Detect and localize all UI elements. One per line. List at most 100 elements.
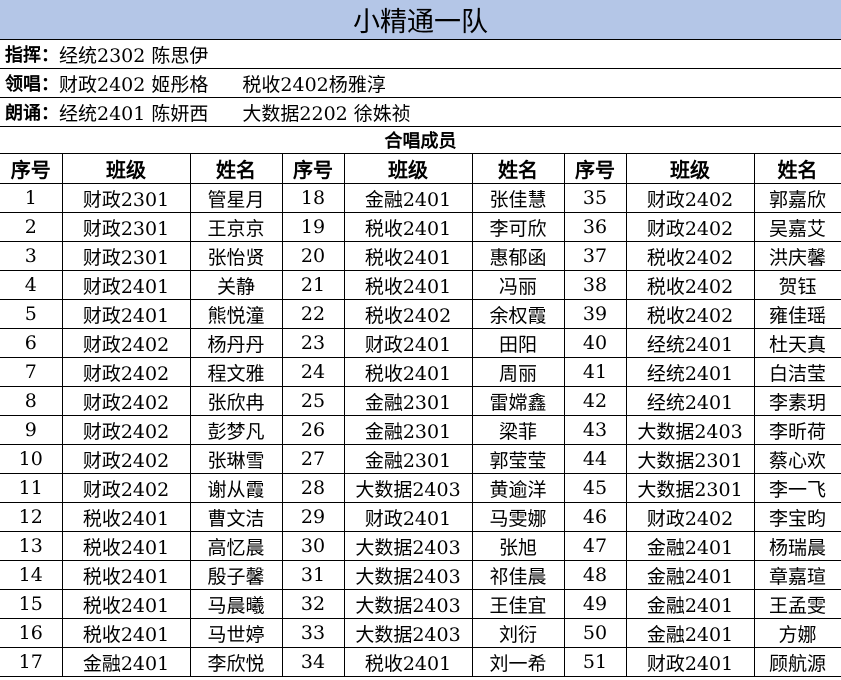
table-cell[interactable]: 39 [563,299,627,329]
table-cell[interactable]: 财政2402 [61,328,191,358]
table-cell[interactable]: 金融2301 [343,415,473,445]
table-cell[interactable]: 40 [563,328,627,358]
table-cell[interactable]: 大数据2301 [625,444,755,474]
table-cell[interactable]: 大数据2403 [343,589,473,619]
table-cell[interactable]: 金融2301 [343,386,473,416]
table-cell[interactable]: 36 [563,212,627,242]
table-cell[interactable]: 刘衍 [471,618,565,648]
table-cell[interactable]: 财政2402 [61,386,191,416]
table-cell[interactable]: 财政2401 [625,647,755,677]
table-cell[interactable]: 蔡心欢 [753,444,841,474]
table-cell[interactable]: 48 [563,560,627,590]
table-cell[interactable]: 杨瑞晨 [753,531,841,561]
table-cell[interactable]: 9 [0,415,63,445]
table-cell[interactable]: 财政2402 [625,183,755,213]
table-cell[interactable]: 税收2401 [343,647,473,677]
table-cell[interactable]: 50 [563,618,627,648]
header-cell[interactable]: 序号 [0,154,63,184]
table-cell[interactable]: 王孟雯 [753,589,841,619]
table-cell[interactable]: 王京京 [189,212,283,242]
table-cell[interactable]: 财政2402 [61,473,191,503]
table-cell[interactable]: 41 [563,357,627,387]
table-cell[interactable]: 税收2402 [625,299,755,329]
table-cell[interactable]: 马雯娜 [471,502,565,532]
table-cell[interactable]: 2 [0,212,63,242]
table-cell[interactable]: 李一飞 [753,473,841,503]
table-cell[interactable]: 殷子馨 [189,560,283,590]
table-cell[interactable]: 金融2401 [61,647,191,677]
table-cell[interactable]: 大数据2403 [343,560,473,590]
table-cell[interactable]: 19 [281,212,345,242]
header-cell[interactable]: 班级 [61,154,191,184]
table-cell[interactable]: 金融2401 [625,618,755,648]
table-cell[interactable]: 51 [563,647,627,677]
table-cell[interactable]: 梁菲 [471,415,565,445]
table-cell[interactable]: 余权霞 [471,299,565,329]
table-cell[interactable]: 财政2402 [61,415,191,445]
table-cell[interactable]: 27 [281,444,345,474]
table-cell[interactable]: 税收2401 [61,560,191,590]
table-cell[interactable]: 财政2402 [625,212,755,242]
table-cell[interactable]: 13 [0,531,63,561]
table-cell[interactable]: 23 [281,328,345,358]
table-cell[interactable]: 10 [0,444,63,474]
table-cell[interactable]: 财政2401 [61,270,191,300]
table-cell[interactable]: 大数据2403 [343,531,473,561]
table-cell[interactable]: 张怡贤 [189,241,283,271]
table-cell[interactable]: 经统2401 [625,328,755,358]
table-cell[interactable]: 6 [0,328,63,358]
table-cell[interactable]: 46 [563,502,627,532]
table-cell[interactable]: 王佳宜 [471,589,565,619]
table-cell[interactable]: 金融2401 [343,183,473,213]
table-cell[interactable]: 32 [281,589,345,619]
table-cell[interactable]: 大数据2403 [625,415,755,445]
table-cell[interactable]: 8 [0,386,63,416]
table-cell[interactable]: 35 [563,183,627,213]
table-cell[interactable]: 田阳 [471,328,565,358]
table-cell[interactable]: 大数据2403 [343,618,473,648]
table-cell[interactable]: 税收2401 [343,270,473,300]
table-cell[interactable]: 郭嘉欣 [753,183,841,213]
table-cell[interactable]: 20 [281,241,345,271]
table-cell[interactable]: 税收2401 [61,589,191,619]
table-cell[interactable]: 张旭 [471,531,565,561]
sheet-title[interactable]: 小精通一队 [0,0,841,40]
table-cell[interactable]: 冯丽 [471,270,565,300]
table-cell[interactable]: 税收2402 [343,299,473,329]
table-cell[interactable]: 金融2401 [625,560,755,590]
table-cell[interactable]: 29 [281,502,345,532]
table-cell[interactable]: 30 [281,531,345,561]
table-cell[interactable]: 程文雅 [189,357,283,387]
table-cell[interactable]: 大数据2301 [625,473,755,503]
table-cell[interactable]: 12 [0,502,63,532]
table-cell[interactable]: 吴嘉艾 [753,212,841,242]
table-cell[interactable]: 经统2401 [625,357,755,387]
header-cell[interactable]: 班级 [343,154,473,184]
table-cell[interactable]: 31 [281,560,345,590]
header-cell[interactable]: 姓名 [189,154,283,184]
table-cell[interactable]: 45 [563,473,627,503]
table-cell[interactable]: 财政2402 [61,444,191,474]
table-cell[interactable]: 曹文洁 [189,502,283,532]
table-cell[interactable]: 马晨曦 [189,589,283,619]
table-cell[interactable]: 49 [563,589,627,619]
table-cell[interactable]: 财政2401 [61,299,191,329]
table-cell[interactable]: 37 [563,241,627,271]
table-cell[interactable]: 高忆晨 [189,531,283,561]
table-cell[interactable]: 张琳雪 [189,444,283,474]
table-cell[interactable]: 顾航源 [753,647,841,677]
table-cell[interactable]: 李可欣 [471,212,565,242]
table-cell[interactable]: 税收2402 [625,270,755,300]
table-cell[interactable]: 财政2401 [343,502,473,532]
table-cell[interactable]: 4 [0,270,63,300]
table-cell[interactable]: 金融2401 [625,589,755,619]
table-cell[interactable]: 张欣冉 [189,386,283,416]
table-cell[interactable]: 税收2401 [343,357,473,387]
table-cell[interactable]: 经统2401 [625,386,755,416]
table-cell[interactable]: 税收2401 [61,618,191,648]
table-cell[interactable]: 贺钰 [753,270,841,300]
table-cell[interactable]: 5 [0,299,63,329]
table-cell[interactable]: 17 [0,647,63,677]
table-cell[interactable]: 管星月 [189,183,283,213]
table-cell[interactable]: 22 [281,299,345,329]
